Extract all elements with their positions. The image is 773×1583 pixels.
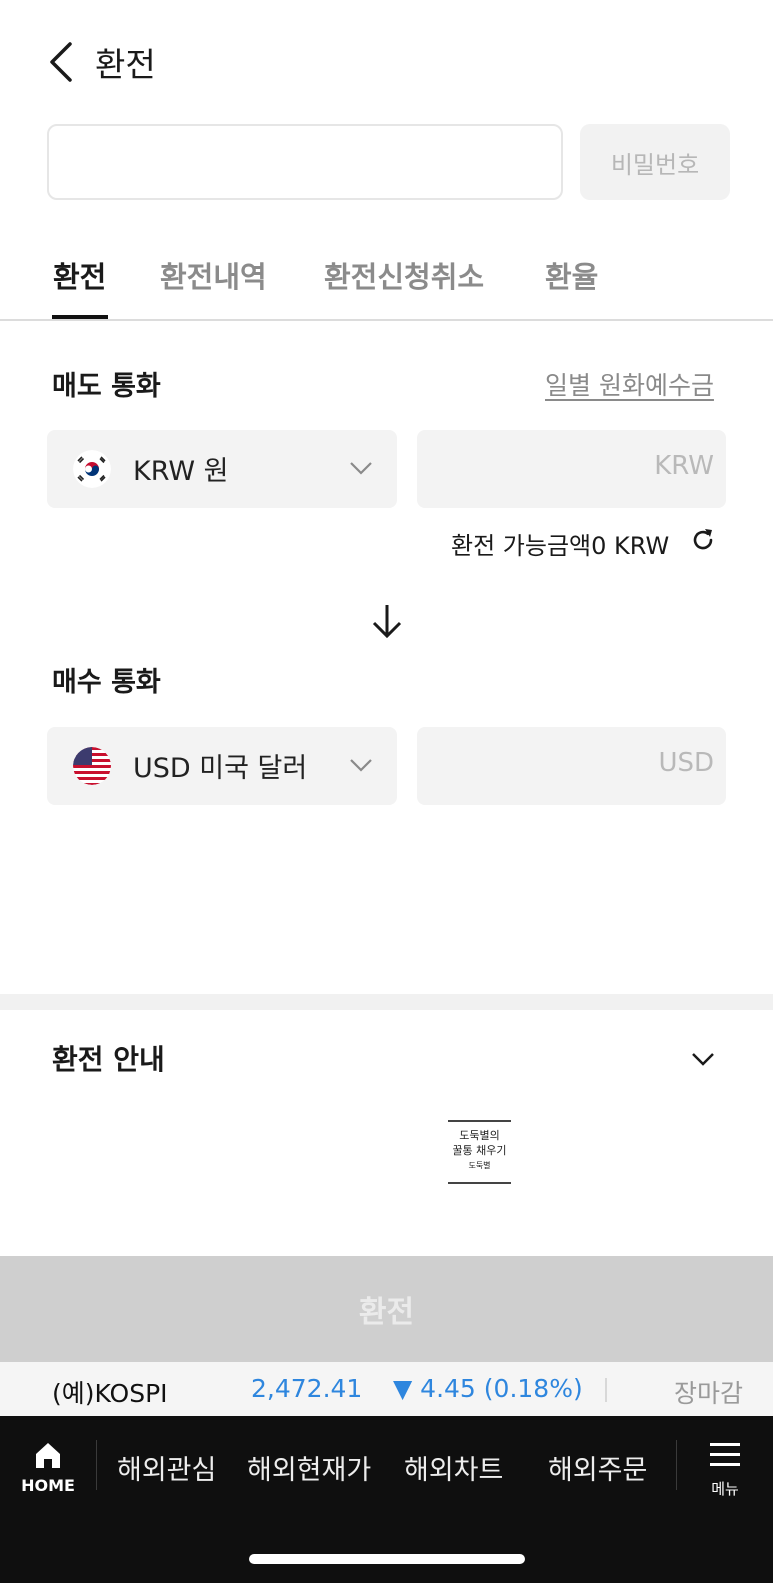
account-select[interactable] — [47, 124, 563, 200]
chevron-down-icon[interactable] — [690, 1048, 716, 1070]
chevron-down-icon — [350, 759, 372, 772]
exchange-guide-title[interactable]: 환전 안내 — [52, 1038, 165, 1078]
refresh-icon[interactable] — [689, 526, 717, 554]
ticker-name: (예)KOSPI — [52, 1379, 168, 1408]
tab-exchange-rate[interactable]: 환율 — [545, 254, 598, 296]
tab-exchange-history[interactable]: 환전내역 — [160, 254, 267, 296]
section-divider — [0, 994, 773, 1010]
nav-overseas-quote[interactable]: 해외현재가 — [247, 1448, 371, 1487]
market-status: 장마감 — [674, 1379, 744, 1408]
watermark-line3: 도둑별 — [468, 1161, 491, 1170]
password-button[interactable]: 비밀번호 — [580, 124, 730, 200]
hamburger-menu-icon — [710, 1443, 740, 1466]
ticker-divider — [605, 1378, 607, 1402]
watermark-logo: 도둑별의 꿀통 채우기 도둑별 — [448, 1120, 511, 1184]
tab-exchange[interactable]: 환전 — [53, 254, 106, 296]
daily-krw-deposit-link[interactable]: 일별 원화예수금 — [545, 366, 714, 402]
chevron-down-icon — [350, 462, 372, 475]
tab-exchange-cancel[interactable]: 환전신청취소 — [324, 254, 484, 296]
buy-currency-value: USD 미국 달러 — [133, 753, 308, 784]
nav-divider — [96, 1440, 97, 1490]
sell-amount-unit: KRW — [654, 451, 714, 481]
usa-flag-icon — [73, 747, 111, 785]
home-icon — [36, 1443, 60, 1468]
active-tab-indicator — [52, 315, 108, 319]
bottom-navigation: HOME 해외관심 해외현재가 해외차트 해외주문 메뉴 — [0, 1416, 773, 1583]
home-label: HOME — [21, 1476, 75, 1495]
buy-currency-select[interactable]: USD 미국 달러 — [47, 727, 397, 805]
available-amount: 환전 가능금액0 KRW — [451, 532, 670, 560]
menu-button[interactable]: 메뉴 — [700, 1440, 750, 1500]
nav-divider — [676, 1440, 677, 1490]
watermark-line2: 꿀통 채우기 — [452, 1144, 507, 1157]
arrow-down-icon — [372, 605, 402, 639]
home-button[interactable]: HOME — [18, 1438, 78, 1498]
nav-overseas-chart[interactable]: 해외차트 — [404, 1448, 503, 1487]
nav-overseas-watchlist[interactable]: 해외관심 — [117, 1448, 216, 1487]
sell-currency-label: 매도 통화 — [52, 371, 161, 402]
buy-currency-label: 매수 통화 — [52, 667, 161, 698]
ticker-change: ▼ 4.45 (0.18%) — [393, 1374, 583, 1403]
sell-amount-input[interactable]: KRW — [417, 430, 726, 508]
index-ticker[interactable]: (예)KOSPI 2,472.41 ▼ 4.45 (0.18%) 장마감 — [0, 1362, 773, 1416]
menu-label: 메뉴 — [711, 1480, 739, 1498]
buy-amount-unit: USD — [658, 748, 714, 778]
nav-overseas-order[interactable]: 해외주문 — [548, 1448, 647, 1487]
watermark-line1: 도둑별의 — [459, 1129, 500, 1142]
sell-currency-value: KRW 원 — [133, 456, 229, 487]
header: 환전 — [0, 0, 773, 120]
home-indicator[interactable] — [249, 1554, 525, 1564]
ticker-value: 2,472.41 — [251, 1374, 363, 1403]
sell-currency-select[interactable]: KRW 원 — [47, 430, 397, 508]
page-title: 환전 — [95, 45, 156, 84]
back-arrow-icon[interactable] — [44, 40, 80, 84]
tab-bar: 환전 환전내역 환전신청취소 환율 — [0, 236, 773, 321]
exchange-submit-button[interactable]: 환전 — [0, 1256, 773, 1362]
korea-flag-icon — [73, 450, 111, 488]
buy-amount-input[interactable]: USD — [417, 727, 726, 805]
